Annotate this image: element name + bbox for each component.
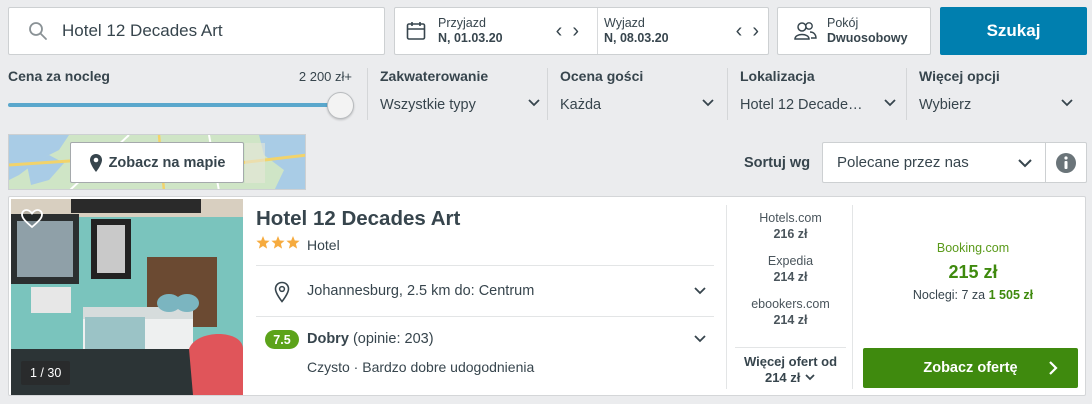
offer-item[interactable]: ebookers.com 214 zł [727,297,854,328]
view-on-map-label: Zobacz na mapie [108,154,226,171]
chevron-right-icon [1049,361,1058,375]
hotel-name[interactable]: Hotel 12 Decades Art [256,207,460,231]
offer-item[interactable]: Expedia 214 zł [727,254,854,285]
room-label: Pokój [827,16,859,30]
chevron-down-icon [1018,159,1032,168]
price-filter-max: 2 200 zł+ [298,69,352,84]
sort-select[interactable]: Polecane przez nas [822,142,1046,183]
rating-word: Dobry [307,331,349,347]
search-input-value: Hotel 12 Decades Art [62,21,223,40]
guest-rating-filter[interactable]: Ocena gości Każda [547,68,727,120]
checkin-prev-icon[interactable]: ‹ [556,20,563,43]
hotel-location[interactable]: Johannesburg, 2.5 km do: Centrum [307,283,534,299]
hotel-stars [256,236,300,249]
chevron-down-icon [1061,99,1073,107]
best-deal-nights: Noclegi: 7 za 1 505 zł [867,288,1079,302]
sort-label: Sortuj wg [744,155,811,171]
location-pin-icon [274,281,290,303]
calendar-icon [406,22,426,40]
star-icon [286,236,300,249]
chevron-down-icon [528,99,540,107]
search-icon [29,22,47,40]
star-icon [271,236,285,249]
checkout-value: N, 08.03.20 [604,31,669,45]
info-icon [1056,152,1076,173]
date-picker[interactable]: Przyjazd N, 01.03.20 ‹ › Wyjazd N, 08.03… [394,7,769,55]
rating-score-badge: 7.5 [265,330,299,349]
hotel-type: Hotel [307,237,340,253]
more-offers-button[interactable]: Więcej ofert od 214 zł [735,347,846,386]
offer-provider: ebookers.com [751,297,830,311]
offer-provider: Hotels.com [759,211,822,225]
offer-provider: Expedia [767,254,814,268]
price-slider-handle[interactable] [327,92,354,119]
best-deal-price: 215 zł [948,262,998,282]
price-filter-label: Cena za nocleg [8,68,110,84]
more-options-filter-value: Wybierz [919,97,972,113]
checkout-next-icon[interactable]: › [752,20,759,43]
checkin-field[interactable]: Przyjazd N, 01.03.20 ‹ › [395,8,597,54]
checkout-prev-icon[interactable]: ‹ [736,20,743,43]
room-select[interactable]: Pokój Dwuosobowy [777,7,931,55]
hotel-photo[interactable]: 1 / 30 [11,199,243,395]
location-filter-label: Lokalizacja [740,68,815,84]
accommodation-filter[interactable]: Zakwaterowanie Wszystkie typy [367,68,547,120]
search-bar: Hotel 12 Decades Art Przyjazd N, 01.03.2… [0,0,1092,130]
checkin-next-icon[interactable]: › [572,20,579,43]
guest-rating-filter-value: Każda [560,97,602,113]
view-deal-button[interactable]: Zobacz ofertę [863,348,1078,388]
guest-rating-filter-label: Ocena gości [560,68,644,84]
offer-price: 214 zł [773,270,808,284]
photo-counter: 1 / 30 [21,361,71,385]
checkout-field[interactable]: Wyjazd N, 08.03.20 ‹ › [597,8,769,54]
map-pin-icon [89,153,102,172]
view-on-map-button[interactable]: Zobacz na mapie [70,142,244,183]
chevron-down-icon [884,99,896,107]
more-options-filter[interactable]: Więcej opcji Wybierz [906,68,1086,120]
location-filter-value: Hotel 12 Decade… [740,97,863,113]
sort-select-value: Polecane przez nas [837,154,969,171]
checkin-label: Przyjazd [438,16,486,30]
best-deal-nights-total: 1 505 zł [988,288,1034,302]
chevron-down-icon [805,374,815,381]
offer-price: 214 zł [773,313,808,327]
star-icon [256,236,270,249]
rating-summary[interactable]: Dobry (opinie: 203) [307,331,434,347]
accommodation-filter-value: Wszystkie typy [380,97,476,113]
rating-features: Czysto · Bardzo dobre udogodnienia [307,359,535,375]
price-slider-track[interactable] [8,103,338,107]
chevron-down-icon [702,99,714,107]
best-deal-nights-text: Noclegi: 7 za [912,288,986,302]
location-filter[interactable]: Lokalizacja Hotel 12 Decade… [727,68,907,120]
divider [256,316,714,317]
search-button[interactable]: Szukaj [940,7,1087,55]
more-offers-price: 214 zł [764,370,801,385]
more-offers-label: Więcej ofert od [743,354,838,369]
search-input[interactable]: Hotel 12 Decades Art [8,7,385,55]
chevron-down-icon[interactable] [693,286,707,296]
offers-column: Hotels.com 216 zł Expedia 214 zł ebooker… [726,205,853,389]
offer-item[interactable]: Hotels.com 216 zł [727,211,854,242]
chevron-down-icon[interactable] [693,334,707,344]
accommodation-filter-label: Zakwaterowanie [380,68,489,84]
hotel-card: 1 / 30 Hotel 12 Decades Art Hotel Johann… [8,196,1086,396]
sort-info-button[interactable] [1045,142,1087,183]
best-deal-provider: Booking.com [936,241,1010,255]
room-value: Dwuosobowy [827,31,908,45]
offer-price: 216 zł [773,227,808,241]
price-filter: Cena za nocleg 2 200 zł+ [8,68,354,119]
heart-icon[interactable] [21,209,43,229]
more-options-filter-label: Więcej opcji [919,68,1000,84]
divider [256,265,714,266]
view-deal-label: Zobacz ofertę [923,360,1018,376]
checkin-value: N, 01.03.20 [438,31,503,45]
rating-count: (opinie: 203) [352,331,434,347]
guests-icon [794,22,817,40]
checkout-label: Wyjazd [604,16,645,30]
